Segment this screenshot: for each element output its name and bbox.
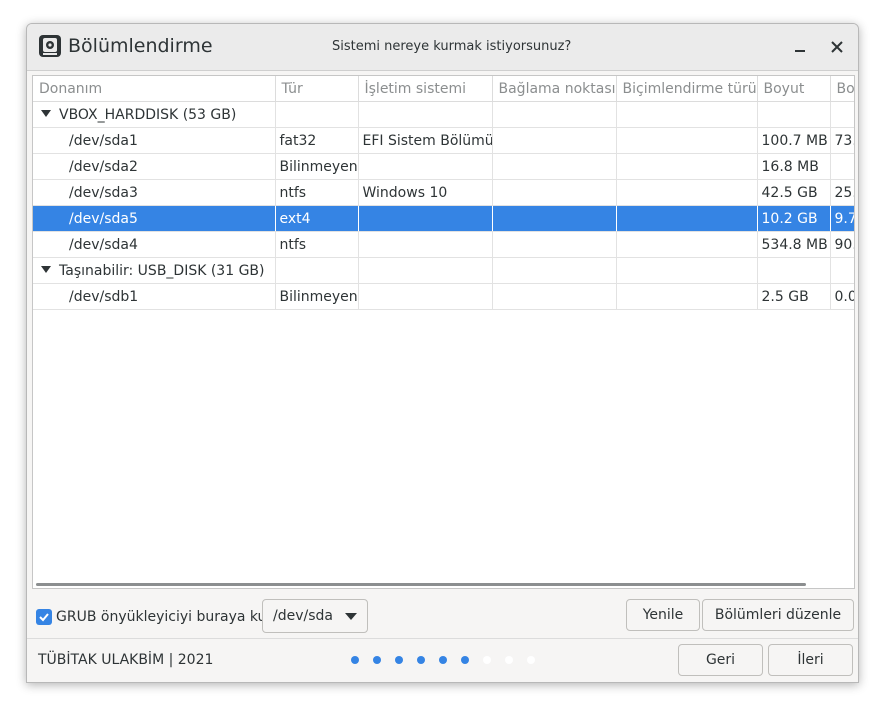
device-cell: /dev/sda3 — [33, 179, 276, 206]
grub-options: GRUB önyükleyiciyi buraya kur: /dev/sda … — [27, 599, 858, 639]
free-cell: 0.0 MB — [830, 283, 854, 310]
partition-row[interactable]: /dev/sda2 Bilinmeyen 16.8 MB — [33, 153, 854, 180]
installer-window: Bölümlendirme Sistemi nereye kurmak isti… — [26, 23, 859, 683]
os-cell — [358, 231, 493, 258]
device-cell: /dev/sda1 — [33, 127, 276, 154]
grub-device-select[interactable]: /dev/sda — [262, 599, 368, 633]
size-cell: 2.5 GB — [757, 283, 831, 310]
disk-row[interactable]: Taşınabilir: USB_DISK (31 GB) — [33, 257, 854, 284]
column-header-type[interactable]: Tür — [275, 76, 359, 102]
size-cell: 16.8 MB — [757, 153, 831, 180]
grub-install-checkbox[interactable] — [36, 609, 52, 625]
close-icon[interactable] — [826, 36, 848, 58]
title-bar: Bölümlendirme Sistemi nereye kurmak isti… — [27, 24, 858, 71]
expander-down-icon[interactable] — [41, 110, 51, 117]
progress-dot — [417, 656, 425, 664]
format-cell — [616, 231, 758, 258]
partition-tree[interactable]: Donanım Tür İşletim sistemi Bağlama nokt… — [32, 75, 855, 589]
mount-cell — [492, 283, 617, 310]
column-header-hardware[interactable]: Donanım — [33, 76, 276, 102]
type-cell: ntfs — [275, 179, 359, 206]
disk-icon — [39, 35, 61, 57]
disk-name-cell: VBOX_HARDDISK (53 GB) — [33, 101, 276, 128]
format-cell — [616, 179, 758, 206]
disk-name: Taşınabilir: USB_DISK (31 GB) — [59, 262, 265, 279]
disk-name: VBOX_HARDDISK (53 GB) — [59, 106, 237, 123]
partition-table: Donanım Tür İşletim sistemi Bağlama nokt… — [33, 76, 854, 310]
disk-name-cell: Taşınabilir: USB_DISK (31 GB) — [33, 257, 276, 284]
footer-credit: TÜBİTAK ULAKBİM | 2021 — [38, 652, 214, 668]
device-cell: /dev/sda4 — [33, 231, 276, 258]
column-header-size[interactable]: Boyut — [757, 76, 831, 102]
progress-dot — [461, 656, 469, 664]
mount-cell — [492, 179, 617, 206]
progress-dot — [395, 656, 403, 664]
free-cell: 90.1 MB — [830, 231, 854, 258]
grub-device-value: /dev/sda — [273, 608, 333, 624]
progress-dot — [483, 656, 491, 664]
partition-row[interactable]: /dev/sda4 ntfs 534.8 MB 90.1 MB — [33, 231, 854, 258]
free-cell — [830, 153, 854, 180]
partition-row[interactable]: /dev/sdb1 Bilinmeyen 2.5 GB 0.0 MB — [33, 283, 854, 310]
free-cell: 9.7 GB — [830, 205, 854, 232]
disk-row[interactable]: VBOX_HARDDISK (53 GB) — [33, 101, 854, 128]
type-cell: Bilinmeyen — [275, 283, 359, 310]
dropdown-arrow-icon — [345, 613, 357, 620]
free-cell: 73.1 MB — [830, 127, 854, 154]
horizontal-scrollbar[interactable] — [36, 583, 806, 586]
os-cell: EFI Sistem Bölümü — [358, 127, 493, 154]
column-header-mount-point[interactable]: Bağlama noktası — [492, 76, 617, 102]
type-cell: Bilinmeyen — [275, 153, 359, 180]
os-cell — [358, 153, 493, 180]
mount-cell — [492, 153, 617, 180]
minimize-icon[interactable] — [789, 36, 811, 58]
column-header-format-type[interactable]: Biçimlendirme türü — [616, 76, 758, 102]
size-cell: 42.5 GB — [757, 179, 831, 206]
os-cell — [358, 205, 493, 232]
window-title: Bölümlendirme — [68, 35, 213, 57]
progress-dot — [351, 656, 359, 664]
type-cell: ntfs — [275, 231, 359, 258]
size-cell: 10.2 GB — [757, 205, 831, 232]
mount-cell — [492, 205, 617, 232]
device-cell: /dev/sda2 — [33, 153, 276, 180]
os-cell: Windows 10 — [358, 179, 493, 206]
next-button[interactable]: İleri — [768, 644, 853, 676]
progress-dot — [505, 656, 513, 664]
partition-row[interactable]: /dev/sda3 ntfs Windows 10 42.5 GB 25.3 G… — [33, 179, 854, 206]
format-cell — [616, 127, 758, 154]
size-cell: 534.8 MB — [757, 231, 831, 258]
progress-dot — [373, 656, 381, 664]
progress-dot — [527, 656, 535, 664]
column-header-free[interactable]: Boş — [830, 76, 854, 102]
free-cell: 25.3 GB — [830, 179, 854, 206]
device-cell: /dev/sda5 — [33, 205, 276, 232]
window-subtitle: Sistemi nereye kurmak istiyorsunuz? — [332, 39, 572, 54]
expander-down-icon[interactable] — [41, 266, 51, 273]
checkmark-icon — [39, 613, 49, 622]
partition-row[interactable]: /dev/sda1 fat32 EFI Sistem Bölümü 100.7 … — [33, 127, 854, 154]
edit-partitions-button[interactable]: Bölümleri düzenle — [702, 599, 854, 631]
grub-install-label: GRUB önyükleyiciyi buraya kur: — [56, 609, 277, 625]
type-cell: ext4 — [275, 205, 359, 232]
format-cell — [616, 205, 758, 232]
mount-cell — [492, 127, 617, 154]
column-header-os[interactable]: İşletim sistemi — [358, 76, 493, 102]
device-cell: /dev/sdb1 — [33, 283, 276, 310]
table-header-row: Donanım Tür İşletim sistemi Bağlama nokt… — [33, 76, 854, 102]
type-cell: fat32 — [275, 127, 359, 154]
refresh-button[interactable]: Yenile — [626, 599, 700, 631]
footer-divider — [27, 638, 858, 639]
format-cell — [616, 283, 758, 310]
format-cell — [616, 153, 758, 180]
back-button[interactable]: Geri — [678, 644, 763, 676]
partition-row-selected[interactable]: /dev/sda5 ext4 10.2 GB 9.7 GB — [33, 205, 854, 232]
progress-dot — [439, 656, 447, 664]
mount-cell — [492, 231, 617, 258]
os-cell — [358, 283, 493, 310]
size-cell: 100.7 MB — [757, 127, 831, 154]
